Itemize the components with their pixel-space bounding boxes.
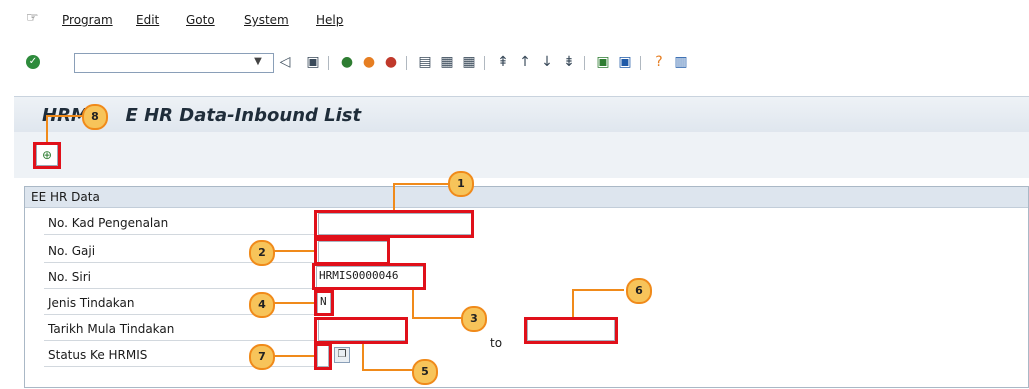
- callout-leader: [272, 302, 314, 304]
- next-page-icon[interactable]: ↓: [538, 54, 556, 70]
- callout-leader: [393, 183, 451, 185]
- selection-group-box: EE HR Data: [24, 186, 1029, 388]
- highlight-box: [314, 238, 390, 265]
- shortcut-icon[interactable]: ▣: [616, 54, 634, 70]
- row-divider: [44, 288, 314, 289]
- label-status-ke-hrmis: Status Ke HRMIS: [48, 348, 148, 362]
- back-icon[interactable]: ◁: [276, 54, 294, 70]
- callout-2: 2: [249, 240, 275, 266]
- exit-icon[interactable]: ●: [360, 54, 378, 70]
- green-arrow-icon[interactable]: ●: [338, 54, 356, 70]
- new-session-icon[interactable]: ▣: [594, 54, 612, 70]
- toolbar-separator: [484, 56, 485, 70]
- label-no-siri: No. Siri: [48, 270, 91, 284]
- highlight-box: [312, 263, 426, 290]
- row-divider: [44, 314, 314, 315]
- first-page-icon[interactable]: ⇞: [494, 54, 512, 70]
- callout-7: 7: [249, 344, 275, 370]
- prev-page-icon[interactable]: ↑: [516, 54, 534, 70]
- menu-system[interactable]: System: [244, 13, 289, 27]
- callout-leader: [362, 344, 364, 370]
- title-bar: HRMI E HR Data-Inbound List: [14, 96, 1029, 133]
- callout-leader: [412, 317, 462, 319]
- callout-leader: [393, 183, 395, 210]
- callout-5: 5: [412, 359, 438, 385]
- callout-8: 8: [82, 104, 108, 130]
- label-no-kad-pengenalan: No. Kad Pengenalan: [48, 216, 169, 230]
- cancel-icon[interactable]: ●: [382, 54, 400, 70]
- highlight-box: [314, 290, 334, 316]
- menu-icon[interactable]: ☞: [26, 11, 40, 25]
- row-divider: [44, 340, 314, 341]
- callout-leader: [572, 289, 574, 317]
- standard-toolbar: ✓ ▼ ◁ ▣ ● ● ● ▤ ▦ ▦ ⇞ ↑ ↓ ⇟ ▣ ▣ ? ▥: [14, 44, 1029, 84]
- callout-leader: [412, 290, 414, 318]
- menu-program[interactable]: Program: [62, 13, 113, 27]
- callout-leader: [362, 369, 414, 371]
- application-toolbar: ⊕: [14, 132, 1029, 178]
- highlight-box: [314, 210, 474, 238]
- command-field[interactable]: [74, 53, 274, 73]
- menu-goto[interactable]: Goto: [186, 13, 215, 27]
- to-label: to: [490, 336, 503, 350]
- highlight-box: [33, 142, 61, 169]
- callout-3: 3: [461, 306, 487, 332]
- callout-1: 1: [448, 171, 474, 197]
- save-icon[interactable]: ▣: [304, 54, 322, 70]
- callout-leader: [572, 289, 624, 291]
- label-no-gaji: No. Gaji: [48, 244, 96, 258]
- group-title: EE HR Data: [31, 190, 100, 204]
- toolbar-separator: [406, 56, 407, 70]
- callout-leader: [46, 115, 48, 142]
- row-divider: [44, 366, 314, 367]
- row-divider: [44, 234, 314, 235]
- label-tarikh-mula-tindakan: Tarikh Mula Tindakan: [48, 322, 175, 336]
- menu-bar: ☞ Program Edit Goto System Help: [14, 0, 1029, 40]
- menu-help[interactable]: Help: [316, 13, 343, 27]
- highlight-box: [314, 343, 332, 370]
- group-header: EE HR Data: [25, 187, 1028, 208]
- highlight-box: [524, 317, 618, 344]
- menu-edit[interactable]: Edit: [136, 13, 159, 27]
- toolbar-separator: [640, 56, 641, 70]
- layout-icon[interactable]: ▥: [672, 54, 690, 70]
- callout-leader: [272, 355, 314, 357]
- find-icon[interactable]: ▦: [438, 54, 456, 70]
- print-icon[interactable]: ▤: [416, 54, 434, 70]
- callout-leader: [272, 250, 314, 252]
- toolbar-separator: [584, 56, 585, 70]
- callout-leader: [46, 115, 82, 117]
- check-icon[interactable]: ✓: [26, 55, 40, 69]
- toolbar-separator: [328, 56, 329, 70]
- callout-4: 4: [249, 292, 275, 318]
- help-icon[interactable]: ?: [650, 54, 668, 70]
- dropdown-icon[interactable]: ▼: [246, 54, 270, 70]
- multiple-selection-icon[interactable]: ❐: [334, 347, 350, 363]
- callout-6: 6: [626, 278, 652, 304]
- label-jenis-tindakan: Jenis Tindakan: [48, 296, 135, 310]
- highlight-box: [314, 317, 408, 344]
- find-next-icon[interactable]: ▦: [460, 54, 478, 70]
- last-page-icon[interactable]: ⇟: [560, 54, 578, 70]
- row-divider: [44, 262, 314, 263]
